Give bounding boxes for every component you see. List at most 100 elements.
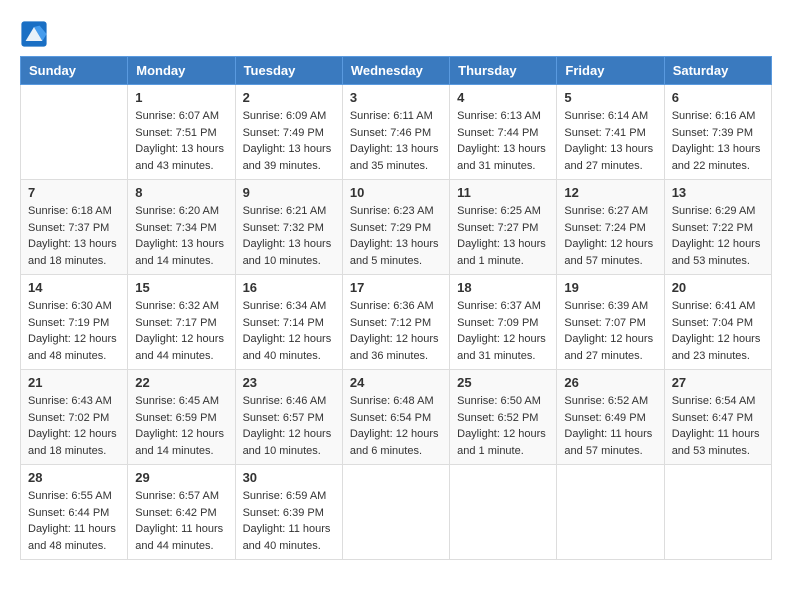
day-number: 30	[243, 470, 335, 485]
day-info: Sunrise: 6:09 AMSunset: 7:49 PMDaylight:…	[243, 108, 335, 174]
day-info: Sunrise: 6:50 AMSunset: 6:52 PMDaylight:…	[457, 393, 549, 459]
day-number: 10	[350, 185, 442, 200]
calendar-cell	[664, 465, 771, 560]
day-info: Sunrise: 6:54 AMSunset: 6:47 PMDaylight:…	[672, 393, 764, 459]
calendar-cell	[557, 465, 664, 560]
day-info: Sunrise: 6:07 AMSunset: 7:51 PMDaylight:…	[135, 108, 227, 174]
day-info: Sunrise: 6:14 AMSunset: 7:41 PMDaylight:…	[564, 108, 656, 174]
day-info: Sunrise: 6:11 AMSunset: 7:46 PMDaylight:…	[350, 108, 442, 174]
calendar-header: SundayMondayTuesdayWednesdayThursdayFrid…	[21, 57, 772, 85]
calendar-cell: 8 Sunrise: 6:20 AMSunset: 7:34 PMDaylight…	[128, 180, 235, 275]
day-info: Sunrise: 6:30 AMSunset: 7:19 PMDaylight:…	[28, 298, 120, 364]
day-info: Sunrise: 6:37 AMSunset: 7:09 PMDaylight:…	[457, 298, 549, 364]
calendar-week-1: 1 Sunrise: 6:07 AMSunset: 7:51 PMDaylight…	[21, 85, 772, 180]
day-number: 15	[135, 280, 227, 295]
day-number: 21	[28, 375, 120, 390]
calendar-cell: 17 Sunrise: 6:36 AMSunset: 7:12 PMDayligh…	[342, 275, 449, 370]
day-info: Sunrise: 6:36 AMSunset: 7:12 PMDaylight:…	[350, 298, 442, 364]
day-number: 8	[135, 185, 227, 200]
calendar-cell: 11Sunrise: 6:25 AMSunset: 7:27 PMDayligh…	[450, 180, 557, 275]
calendar-cell: 5 Sunrise: 6:14 AMSunset: 7:41 PMDaylight…	[557, 85, 664, 180]
calendar-cell: 14 Sunrise: 6:30 AMSunset: 7:19 PMDayligh…	[21, 275, 128, 370]
day-number: 27	[672, 375, 764, 390]
day-number: 28	[28, 470, 120, 485]
day-number: 14	[28, 280, 120, 295]
col-header-monday: Monday	[128, 57, 235, 85]
day-info: Sunrise: 6:41 AMSunset: 7:04 PMDaylight:…	[672, 298, 764, 364]
day-number: 19	[564, 280, 656, 295]
day-info: Sunrise: 6:21 AMSunset: 7:32 PMDaylight:…	[243, 203, 335, 269]
calendar-cell: 1 Sunrise: 6:07 AMSunset: 7:51 PMDaylight…	[128, 85, 235, 180]
calendar-cell: 28 Sunrise: 6:55 AMSunset: 6:44 PMDayligh…	[21, 465, 128, 560]
col-header-thursday: Thursday	[450, 57, 557, 85]
day-info: Sunrise: 6:48 AMSunset: 6:54 PMDaylight:…	[350, 393, 442, 459]
day-number: 5	[564, 90, 656, 105]
day-info: Sunrise: 6:46 AMSunset: 6:57 PMDaylight:…	[243, 393, 335, 459]
calendar-cell: 10 Sunrise: 6:23 AMSunset: 7:29 PMDayligh…	[342, 180, 449, 275]
day-info: Sunrise: 6:27 AMSunset: 7:24 PMDaylight:…	[564, 203, 656, 269]
day-number: 11	[457, 185, 549, 200]
day-info: Sunrise: 6:18 AMSunset: 7:37 PMDaylight:…	[28, 203, 120, 269]
calendar-cell: 25Sunrise: 6:50 AMSunset: 6:52 PMDayligh…	[450, 370, 557, 465]
col-header-friday: Friday	[557, 57, 664, 85]
day-number: 29	[135, 470, 227, 485]
day-info: Sunrise: 6:13 AMSunset: 7:44 PMDaylight:…	[457, 108, 549, 174]
calendar-cell: 20 Sunrise: 6:41 AMSunset: 7:04 PMDayligh…	[664, 275, 771, 370]
calendar-cell	[21, 85, 128, 180]
day-number: 17	[350, 280, 442, 295]
day-number: 24	[350, 375, 442, 390]
calendar-cell: 23 Sunrise: 6:46 AMSunset: 6:57 PMDayligh…	[235, 370, 342, 465]
calendar-week-2: 7 Sunrise: 6:18 AMSunset: 7:37 PMDaylight…	[21, 180, 772, 275]
day-info: Sunrise: 6:57 AMSunset: 6:42 PMDaylight:…	[135, 488, 227, 554]
col-header-saturday: Saturday	[664, 57, 771, 85]
calendar-cell: 29 Sunrise: 6:57 AMSunset: 6:42 PMDayligh…	[128, 465, 235, 560]
calendar-cell: 27 Sunrise: 6:54 AMSunset: 6:47 PMDayligh…	[664, 370, 771, 465]
calendar-cell: 21 Sunrise: 6:43 AMSunset: 7:02 PMDayligh…	[21, 370, 128, 465]
day-number: 16	[243, 280, 335, 295]
day-number: 26	[564, 375, 656, 390]
calendar-table: SundayMondayTuesdayWednesdayThursdayFrid…	[20, 56, 772, 560]
calendar-cell: 24 Sunrise: 6:48 AMSunset: 6:54 PMDayligh…	[342, 370, 449, 465]
day-number: 18	[457, 280, 549, 295]
calendar-cell	[342, 465, 449, 560]
calendar-cell: 26Sunrise: 6:52 AMSunset: 6:49 PMDayligh…	[557, 370, 664, 465]
day-number: 20	[672, 280, 764, 295]
day-info: Sunrise: 6:55 AMSunset: 6:44 PMDaylight:…	[28, 488, 120, 554]
logo	[20, 20, 52, 48]
day-info: Sunrise: 6:59 AMSunset: 6:39 PMDaylight:…	[243, 488, 335, 554]
day-info: Sunrise: 6:43 AMSunset: 7:02 PMDaylight:…	[28, 393, 120, 459]
calendar-week-5: 28 Sunrise: 6:55 AMSunset: 6:44 PMDayligh…	[21, 465, 772, 560]
day-number: 9	[243, 185, 335, 200]
logo-icon	[20, 20, 48, 48]
calendar-cell: 30 Sunrise: 6:59 AMSunset: 6:39 PMDayligh…	[235, 465, 342, 560]
calendar-cell: 18 Sunrise: 6:37 AMSunset: 7:09 PMDayligh…	[450, 275, 557, 370]
day-number: 13	[672, 185, 764, 200]
calendar-cell: 6 Sunrise: 6:16 AMSunset: 7:39 PMDaylight…	[664, 85, 771, 180]
day-number: 1	[135, 90, 227, 105]
calendar-cell: 9 Sunrise: 6:21 AMSunset: 7:32 PMDaylight…	[235, 180, 342, 275]
day-info: Sunrise: 6:16 AMSunset: 7:39 PMDaylight:…	[672, 108, 764, 174]
day-number: 12	[564, 185, 656, 200]
calendar-cell: 13Sunrise: 6:29 AMSunset: 7:22 PMDayligh…	[664, 180, 771, 275]
day-number: 22	[135, 375, 227, 390]
col-header-sunday: Sunday	[21, 57, 128, 85]
col-header-tuesday: Tuesday	[235, 57, 342, 85]
calendar-cell: 4Sunrise: 6:13 AMSunset: 7:44 PMDaylight…	[450, 85, 557, 180]
day-info: Sunrise: 6:45 AMSunset: 6:59 PMDaylight:…	[135, 393, 227, 459]
calendar-week-4: 21 Sunrise: 6:43 AMSunset: 7:02 PMDayligh…	[21, 370, 772, 465]
page-header	[20, 20, 772, 48]
day-info: Sunrise: 6:20 AMSunset: 7:34 PMDaylight:…	[135, 203, 227, 269]
day-number: 23	[243, 375, 335, 390]
day-number: 2	[243, 90, 335, 105]
col-header-wednesday: Wednesday	[342, 57, 449, 85]
calendar-cell: 22 Sunrise: 6:45 AMSunset: 6:59 PMDayligh…	[128, 370, 235, 465]
day-info: Sunrise: 6:32 AMSunset: 7:17 PMDaylight:…	[135, 298, 227, 364]
calendar-week-3: 14 Sunrise: 6:30 AMSunset: 7:19 PMDayligh…	[21, 275, 772, 370]
calendar-cell: 16Sunrise: 6:34 AMSunset: 7:14 PMDayligh…	[235, 275, 342, 370]
day-number: 6	[672, 90, 764, 105]
calendar-cell: 12 Sunrise: 6:27 AMSunset: 7:24 PMDayligh…	[557, 180, 664, 275]
day-info: Sunrise: 6:23 AMSunset: 7:29 PMDaylight:…	[350, 203, 442, 269]
calendar-cell: 2 Sunrise: 6:09 AMSunset: 7:49 PMDaylight…	[235, 85, 342, 180]
calendar-cell: 3Sunrise: 6:11 AMSunset: 7:46 PMDaylight…	[342, 85, 449, 180]
day-number: 7	[28, 185, 120, 200]
